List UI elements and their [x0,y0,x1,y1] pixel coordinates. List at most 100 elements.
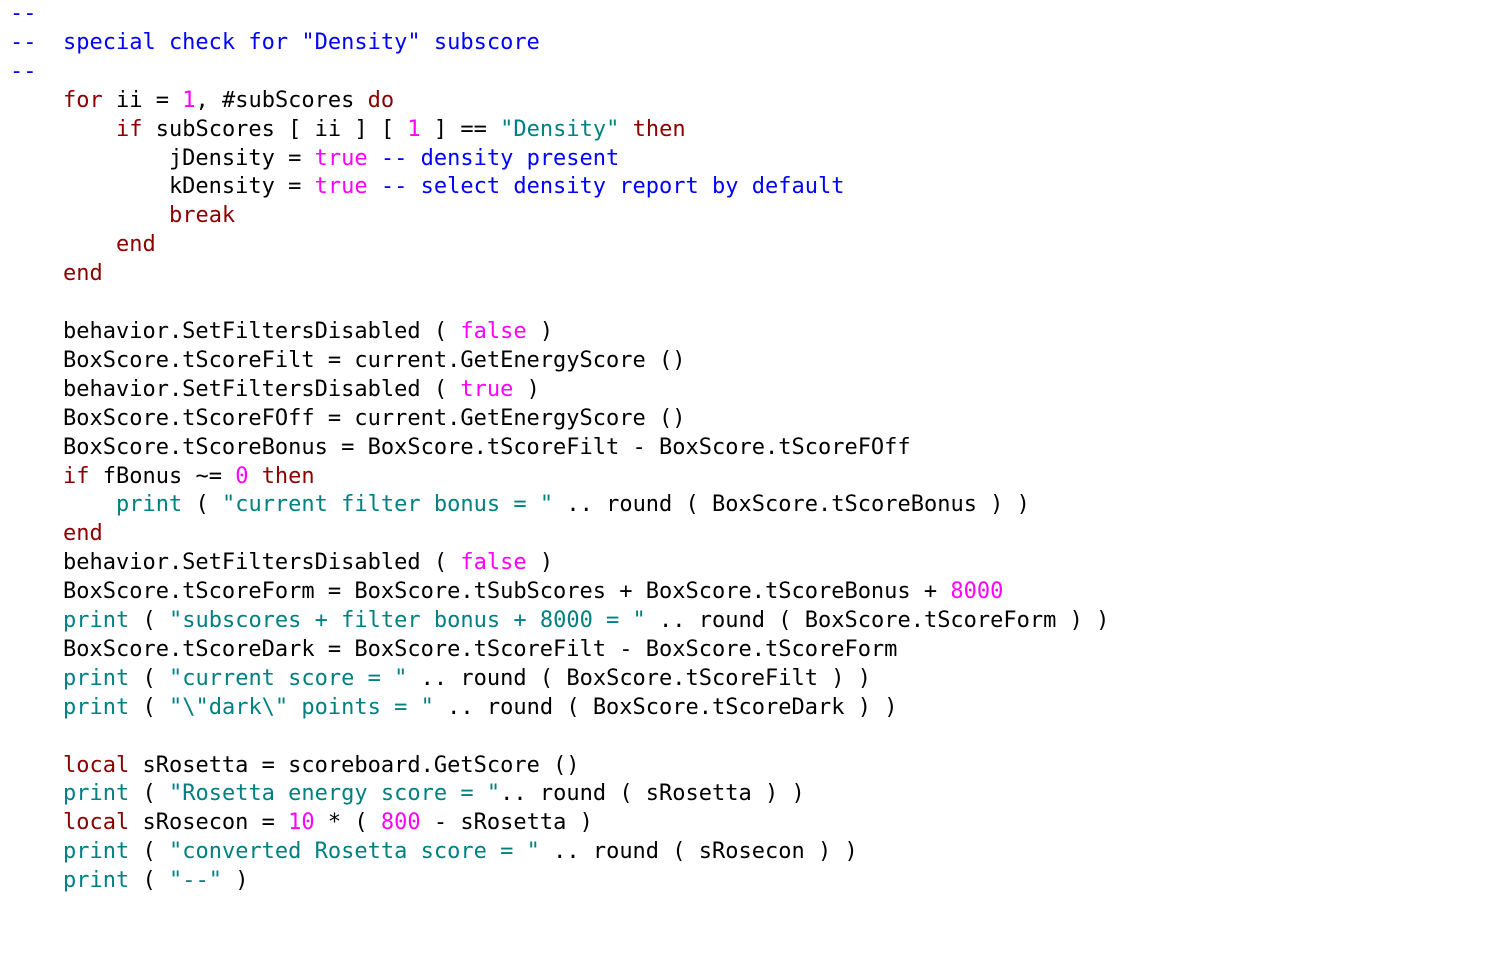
code-token: then [633,117,686,142]
code-token: true [315,146,368,171]
code-token: then [262,464,315,489]
code-token: sRosecon = [129,810,288,835]
code-token [10,117,116,142]
code-token: .. round ( BoxScore.tScoreFilt ) ) [407,666,871,691]
code-token: "converted Rosetta score = " [169,839,540,864]
code-token [10,868,63,893]
code-token: .. round ( BoxScore.tScoreForm ) ) [646,608,1110,633]
code-token: .. round ( BoxScore.tScoreBonus ) ) [553,492,1030,517]
code-token: behavior.SetFiltersDisabled ( [10,319,460,344]
code-token [248,464,261,489]
code-token: ( [182,492,222,517]
code-token: BoxScore.tScoreForm = BoxScore.tSubScore… [10,579,950,604]
code-token: behavior.SetFiltersDisabled ( [10,550,460,575]
code-token: .. round ( BoxScore.tScoreDark ) ) [434,695,898,720]
code-token: print [63,666,129,691]
code-token: ( [129,608,169,633]
code-token: do [368,88,395,113]
code-token: 1 [407,117,420,142]
code-token [10,666,63,691]
code-token: * ( [315,810,381,835]
code-token: print [63,839,129,864]
code-token [10,88,63,113]
code-token: -- density present [381,146,619,171]
code-token: print [63,695,129,720]
code-token: , #subScores [195,88,367,113]
code-token: true [460,377,513,402]
code-token: if [63,464,90,489]
code-token: if [116,117,143,142]
code-token: .. round ( sRosetta ) ) [500,781,805,806]
code-token: BoxScore.tScoreFOff = current.GetEnergyS… [10,406,686,431]
code-token [368,174,381,199]
code-token: true [315,174,368,199]
code-token: "--" [169,868,222,893]
code-token: false [460,319,526,344]
code-token: ( [129,781,169,806]
code-block: -- -- special check for "Density" subsco… [0,0,1512,896]
code-token: local [63,810,129,835]
code-token [10,464,63,489]
code-token: print [63,781,129,806]
code-token: subScores [ ii ] [ [142,117,407,142]
code-token: local [63,753,129,778]
code-token: 1 [182,88,195,113]
code-token [10,203,169,228]
code-token [10,232,116,257]
code-token: ) [527,550,554,575]
code-token: jDensity = [10,146,315,171]
code-token [10,521,63,546]
code-token: "\"dark\" points = " [169,695,434,720]
code-token: 8000 [950,579,1003,604]
code-token: ] == [421,117,500,142]
code-token: -- [10,59,37,84]
code-token: ) [513,377,540,402]
code-token: - sRosetta ) [421,810,593,835]
code-token [10,261,63,286]
code-token: ( [129,839,169,864]
code-token: print [63,868,129,893]
code-token: "current filter bonus = " [222,492,553,517]
code-token: BoxScore.tScoreFilt = current.GetEnergyS… [10,348,686,373]
code-token: ( [129,868,169,893]
code-token: BoxScore.tScoreDark = BoxScore.tScoreFil… [10,637,897,662]
code-token: end [63,261,103,286]
code-token: BoxScore.tScoreBonus = BoxScore.tScoreFi… [10,435,911,460]
code-token: behavior.SetFiltersDisabled ( [10,377,460,402]
code-token [10,492,116,517]
code-token: 800 [381,810,421,835]
code-token: break [169,203,235,228]
code-token: end [63,521,103,546]
code-token: 0 [235,464,248,489]
code-token: print [116,492,182,517]
code-token [10,695,63,720]
code-token: "subscores + filter bonus + 8000 = " [169,608,646,633]
code-token: ) [222,868,249,893]
code-token [10,608,63,633]
code-token: .. round ( sRosecon ) ) [540,839,858,864]
code-token: ii = [103,88,182,113]
code-token: false [460,550,526,575]
code-token: ) [527,319,554,344]
code-token [368,146,381,171]
code-token: ( [129,666,169,691]
code-token [10,810,63,835]
code-token: 10 [288,810,315,835]
code-token: fBonus ~= [89,464,235,489]
code-token: -- [10,1,37,26]
code-token: -- select density report by default [381,174,845,199]
code-token: end [116,232,156,257]
code-token: -- special check for "Density" subscore [10,30,540,55]
code-token: sRosetta = scoreboard.GetScore () [129,753,579,778]
code-token [10,839,63,864]
code-token: "current score = " [169,666,407,691]
code-token [619,117,632,142]
code-token: kDensity = [10,174,315,199]
code-token [10,753,63,778]
code-token: "Rosetta energy score = " [169,781,500,806]
code-token: ( [129,695,169,720]
code-token: print [63,608,129,633]
code-token: "Density" [500,117,619,142]
code-token: for [63,88,103,113]
code-token [10,781,63,806]
